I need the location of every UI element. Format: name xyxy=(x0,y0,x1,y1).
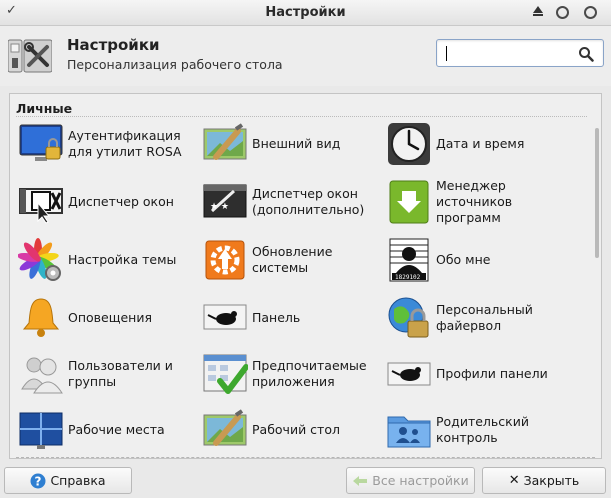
window-magic-icon: ★ ★ xyxy=(203,184,247,218)
minimize-button[interactable] xyxy=(556,6,569,19)
back-arrow-icon xyxy=(353,475,368,486)
item-label: Дата и время xyxy=(436,135,525,151)
all-settings-button-label: Все настройки xyxy=(372,473,469,488)
settings-item-notifications[interactable]: Оповещения xyxy=(18,293,198,343)
search-input[interactable] xyxy=(436,39,604,67)
help-button-label: Справка xyxy=(50,473,106,488)
settings-item-workspaces[interactable]: Рабочие места xyxy=(18,405,198,455)
close-window-button[interactable] xyxy=(584,6,597,19)
item-label: Менеджер источников программ xyxy=(436,177,513,226)
page-title: Настройки xyxy=(67,36,160,54)
item-label: Диспетчер окон (дополнительно) xyxy=(252,185,365,217)
desktop-brush-icon xyxy=(203,409,247,446)
item-label: Настройка темы xyxy=(68,251,177,267)
settings-item-about-me[interactable]: 1829102 Обо мне xyxy=(386,235,566,285)
apps-check-icon xyxy=(203,354,248,394)
settings-item-software-sources[interactable]: Менеджер источников программ xyxy=(386,177,566,227)
item-label: Обновление системы xyxy=(252,243,333,275)
mouse-panel-icon xyxy=(203,304,247,330)
globe-lock-icon xyxy=(388,297,429,338)
update-gear-icon xyxy=(205,240,245,280)
settings-item-theme[interactable]: Настройка темы xyxy=(18,235,198,285)
svg-text:?: ? xyxy=(35,474,42,488)
item-label: Рабочий стол xyxy=(252,421,340,437)
settings-panel[interactable]: Личные Аутентификация для утилит ROSA Вн… xyxy=(9,93,602,459)
settings-item-firewall[interactable]: Персональный файервол xyxy=(386,293,566,343)
svg-text:1829102: 1829102 xyxy=(395,274,421,281)
close-icon: ✕ xyxy=(508,473,520,488)
item-label: Оповещения xyxy=(68,309,152,325)
settings-item-appearance[interactable]: Внешний вид xyxy=(202,119,382,169)
color-petals-icon xyxy=(18,238,61,281)
users-icon xyxy=(21,357,63,394)
shade-window-icon[interactable] xyxy=(533,6,543,16)
bell-icon xyxy=(22,298,60,337)
window-titlebar[interactable]: ✓ Настройки xyxy=(0,0,611,26)
window-title: Настройки xyxy=(265,5,346,20)
item-label: Пользователи и группы xyxy=(68,357,173,389)
settings-item-system-update[interactable]: Обновление системы xyxy=(202,235,382,285)
parental-folder-icon xyxy=(387,416,431,448)
settings-item-parental-control[interactable]: Родительский контроль xyxy=(386,405,566,455)
mouse-profile-icon xyxy=(387,362,431,386)
person-id-icon: 1829102 xyxy=(389,238,429,282)
dialog-footer: ? Справка Все настройки ✕ Закрыть xyxy=(0,462,611,498)
page-subtitle: Персонализация рабочего стола xyxy=(67,57,283,72)
workspaces-icon xyxy=(19,412,63,449)
item-label: Персональный файервол xyxy=(436,301,533,333)
all-settings-button[interactable]: Все настройки xyxy=(346,467,475,494)
item-label: Аутентификация для утилит ROSA xyxy=(68,127,182,159)
settings-tools-icon xyxy=(8,39,52,73)
text-caret xyxy=(446,46,447,61)
vertical-scrollbar[interactable] xyxy=(595,128,599,258)
close-button[interactable]: ✕ Закрыть xyxy=(482,467,606,494)
paint-brush-icon xyxy=(203,123,247,160)
monitor-lock-icon xyxy=(19,124,63,161)
item-label: Родительский контроль xyxy=(436,413,529,445)
svg-text:★ ★: ★ ★ xyxy=(210,202,229,212)
settings-item-preferred-apps[interactable]: Предпочитаемые приложения xyxy=(202,349,382,399)
item-label: Диспетчер окон xyxy=(68,193,174,209)
dialog-header: Настройки Персонализация рабочего стола xyxy=(0,26,611,86)
settings-item-desktop[interactable]: Рабочий стол xyxy=(202,405,382,455)
settings-item-datetime[interactable]: Дата и время xyxy=(386,119,566,169)
close-button-label: Закрыть xyxy=(523,473,580,488)
panel-bottom-edge xyxy=(16,457,595,458)
settings-item-panel[interactable]: Панель xyxy=(202,293,382,343)
settings-item-authentication[interactable]: Аутентификация для утилит ROSA xyxy=(18,119,198,169)
item-label: Профили панели xyxy=(436,365,548,381)
settings-item-users-groups[interactable]: Пользователи и группы xyxy=(18,349,198,399)
help-icon: ? xyxy=(30,473,46,488)
clock-icon xyxy=(388,123,430,165)
settings-item-panel-profiles[interactable]: Профили панели xyxy=(386,349,566,399)
window-x-icon xyxy=(19,188,63,224)
item-label: Рабочие места xyxy=(68,421,165,437)
category-divider xyxy=(16,116,587,117)
help-button[interactable]: ? Справка xyxy=(4,467,132,494)
item-label: Внешний вид xyxy=(252,135,341,151)
item-label: Предпочитаемые приложения xyxy=(252,357,367,389)
settings-item-window-manager[interactable]: Диспетчер окон xyxy=(18,177,198,227)
category-title: Личные xyxy=(16,101,73,116)
settings-item-window-manager-advanced[interactable]: ★ ★ Диспетчер окон (дополнительно) xyxy=(202,177,382,227)
search-icon[interactable] xyxy=(578,46,594,62)
item-label: Панель xyxy=(252,309,301,325)
download-arrow-icon xyxy=(389,180,429,224)
item-label: Обо мне xyxy=(436,251,491,267)
